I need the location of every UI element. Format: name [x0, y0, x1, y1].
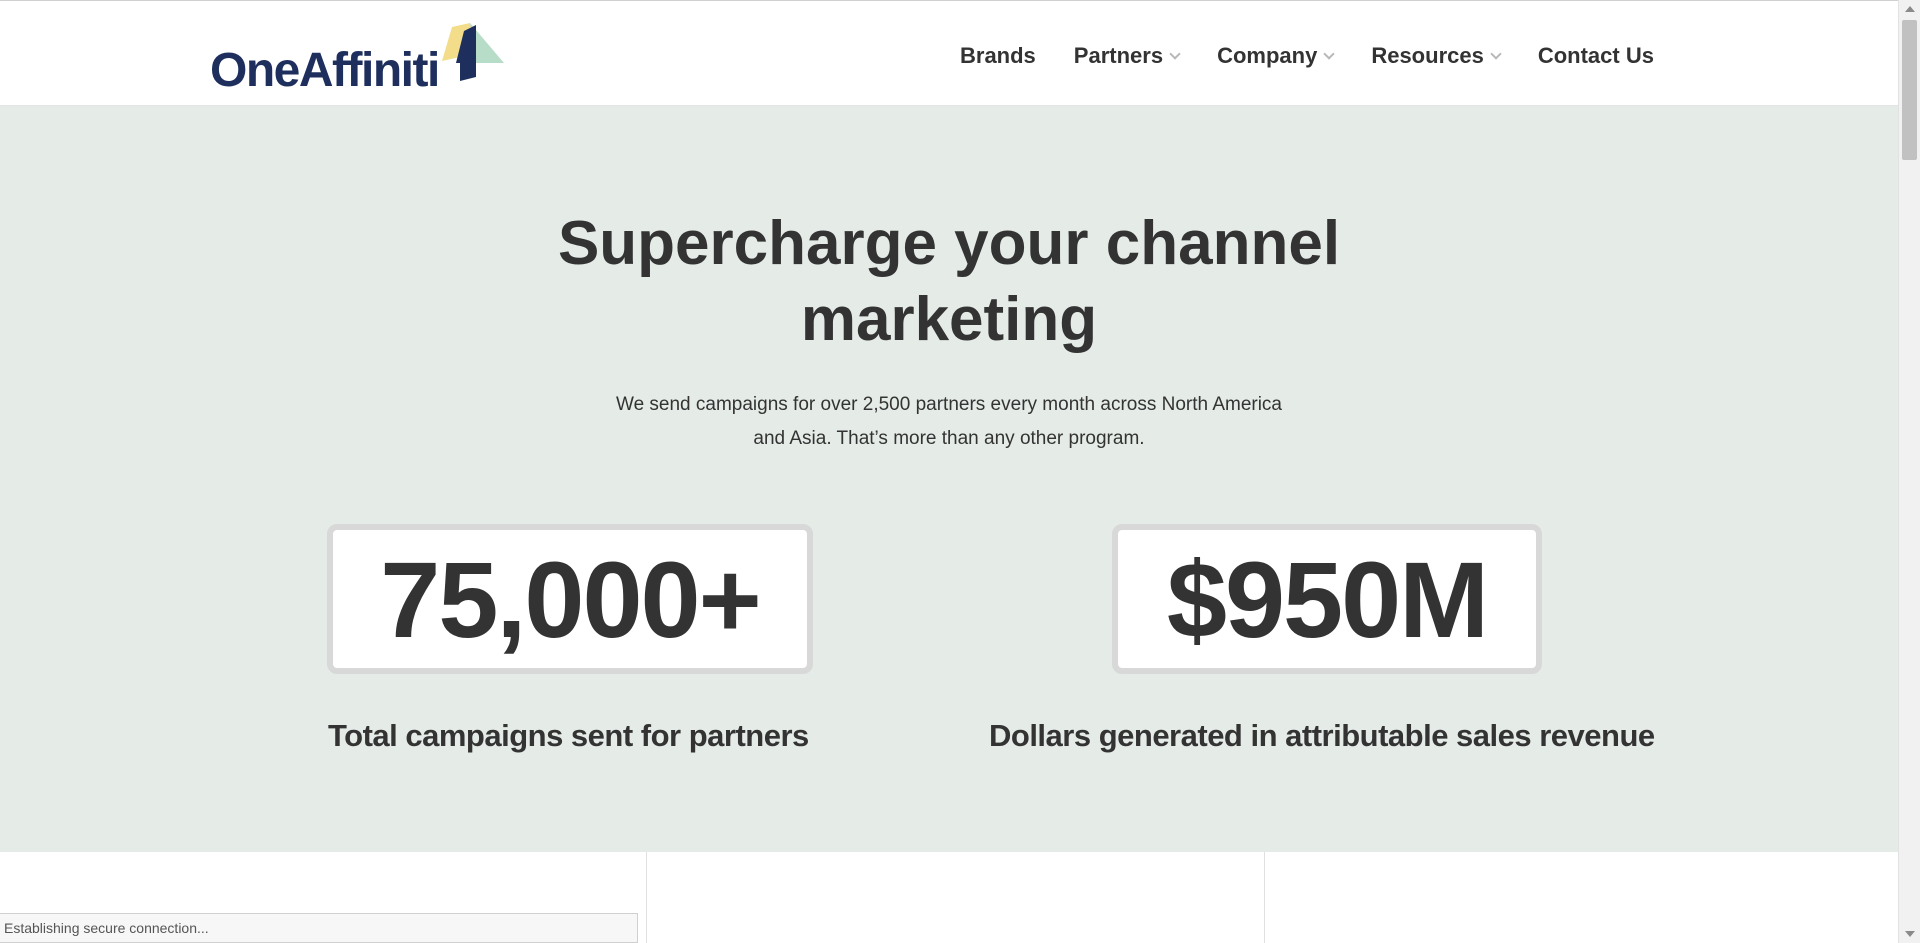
nav-brands[interactable]: Brands	[960, 43, 1036, 69]
stat-campaigns-label: Total campaigns sent for partners	[328, 718, 809, 753]
oneaffiniti-logo[interactable]: OneAffiniti	[210, 21, 510, 97]
hero-title-line-1: Supercharge your channel	[557, 209, 1341, 278]
nav-brands-label: Brands	[960, 43, 1036, 68]
hero-subtitle-line-1: We send campaigns for over 2,500 partner…	[615, 394, 1282, 415]
page-scrollbar[interactable]	[1898, 0, 1920, 943]
nav-contact-us[interactable]: Contact Us	[1538, 43, 1654, 69]
logo-wordmark: OneAffiniti	[210, 44, 440, 97]
column-divider	[1264, 852, 1265, 943]
chevron-down-icon	[1169, 48, 1181, 60]
main-nav: Brands Partners Company Resources Contac…	[960, 43, 1654, 69]
site-header: OneAffiniti Brands Partners Company Reso…	[0, 0, 1898, 106]
hero-subtitle: We send campaigns for over 2,500 partner…	[0, 388, 1898, 456]
nav-company[interactable]: Company	[1217, 43, 1335, 69]
chevron-down-icon	[1323, 48, 1335, 60]
column-divider	[646, 852, 647, 943]
nav-resources[interactable]: Resources	[1371, 43, 1502, 69]
nav-resources-label: Resources	[1371, 43, 1484, 68]
browser-status-bar: Establishing secure connection...	[0, 913, 638, 943]
scrollbar-thumb[interactable]	[1902, 20, 1917, 160]
nav-partners[interactable]: Partners	[1073, 43, 1181, 69]
stat-revenue-label: Dollars generated in attributable sales …	[989, 718, 1655, 753]
chevron-down-icon	[1490, 48, 1502, 60]
hero-title-line-2: marketing	[800, 285, 1098, 354]
nav-company-label: Company	[1217, 43, 1318, 68]
logo-mark-icon	[442, 23, 504, 81]
scroll-up-arrow-icon[interactable]	[1905, 6, 1915, 12]
stat-campaigns-value: 75,000+	[327, 524, 813, 674]
nav-partners-label: Partners	[1073, 43, 1164, 68]
hero-title: Supercharge your channel marketing	[0, 206, 1898, 358]
hero-section: Supercharge your channel marketing We se…	[0, 106, 1898, 852]
nav-contact-us-label: Contact Us	[1537, 43, 1654, 68]
scroll-down-arrow-icon[interactable]	[1905, 931, 1915, 937]
stat-revenue-value: $950M	[1112, 524, 1542, 674]
hero-subtitle-line-2: and Asia. That’s more than any other pro…	[753, 428, 1145, 449]
